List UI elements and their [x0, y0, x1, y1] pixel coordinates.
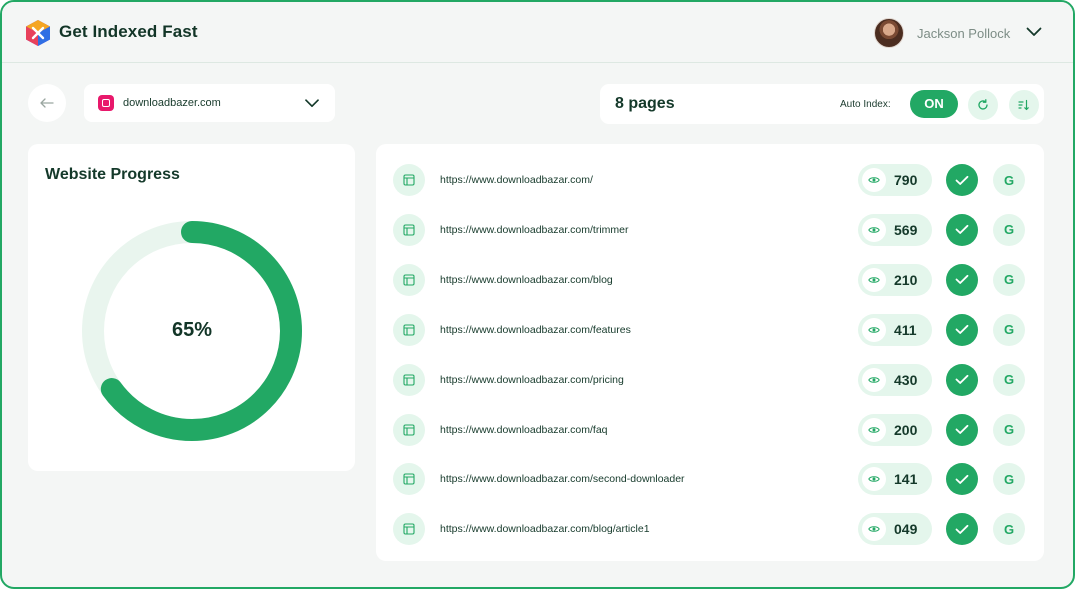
views-badge: 430: [858, 363, 932, 396]
app-logo-icon: [26, 20, 50, 46]
views-count: 049: [894, 521, 918, 538]
site-name: downloadbazer.com: [123, 97, 221, 109]
indexed-check-button[interactable]: [946, 263, 978, 296]
page-layout-icon: [393, 164, 425, 196]
page-url[interactable]: https://www.downloadbazar.com/trimmer: [440, 224, 629, 236]
check-icon: [955, 374, 969, 384]
views-count: 569: [894, 221, 918, 238]
eye-icon: [862, 317, 886, 342]
eye-icon: [862, 267, 886, 292]
views-badge: 569: [858, 213, 932, 246]
chevron-down-icon: [305, 99, 319, 108]
check-icon: [955, 424, 969, 434]
page-layout-icon: [393, 513, 425, 546]
page-row: https://www.downloadbazar.com/blog/artic…: [376, 503, 1044, 553]
back-button[interactable]: [28, 84, 66, 122]
views-badge: 200: [858, 413, 932, 446]
pages-count: 8 pages: [615, 95, 675, 112]
indexed-check-button[interactable]: [946, 463, 978, 496]
google-index-button[interactable]: G: [993, 413, 1025, 446]
indexed-check-button[interactable]: [946, 363, 978, 396]
google-index-button[interactable]: G: [993, 213, 1025, 246]
google-index-button[interactable]: G: [993, 513, 1025, 546]
eye-icon: [862, 467, 886, 492]
views-badge: 141: [858, 463, 932, 496]
page-row: https://www.downloadbazar.com/pricing 43…: [376, 354, 1044, 404]
website-progress-card: Website Progress 65%: [28, 144, 355, 471]
page-url[interactable]: https://www.downloadbazar.com/faq: [440, 424, 608, 436]
views-count: 790: [894, 172, 918, 188]
page-url[interactable]: https://www.downloadbazar.com/pricing: [440, 374, 624, 386]
progress-percent: 65%: [171, 319, 213, 341]
page-layout-icon: [393, 413, 425, 446]
views-badge: 411: [858, 313, 932, 346]
check-icon: [955, 275, 969, 285]
refresh-icon: [978, 99, 988, 110]
user-avatar[interactable]: [874, 18, 904, 48]
sort-icon: [1018, 99, 1029, 111]
refresh-button[interactable]: [968, 90, 998, 120]
page-url[interactable]: https://www.downloadbazar.com/features: [440, 324, 631, 336]
indexed-check-button[interactable]: [946, 513, 978, 546]
progress-title: Website Progress: [45, 166, 180, 183]
check-icon: [955, 524, 969, 534]
page-row: https://www.downloadbazar.com/features 4…: [376, 304, 1044, 354]
pages-toolbar: 8 pages Auto Index: ON: [600, 84, 1044, 124]
eye-icon: [862, 417, 886, 442]
page-row: https://www.downloadbazar.com/faq 200 G: [376, 404, 1044, 454]
indexed-check-button[interactable]: [946, 413, 978, 446]
check-icon: [955, 225, 969, 235]
header: Get Indexed Fast Jackson Pollock: [2, 2, 1073, 63]
google-index-button[interactable]: G: [993, 263, 1025, 296]
views-count: 430: [894, 371, 918, 388]
page-row: https://www.downloadbazar.com/trimmer 56…: [376, 204, 1044, 254]
eye-icon: [862, 168, 886, 192]
eye-icon: [862, 367, 886, 392]
auto-index-label: Auto Index:: [840, 99, 891, 110]
page-layout-icon: [393, 213, 425, 246]
google-index-button[interactable]: G: [993, 313, 1025, 346]
auto-index-toggle[interactable]: ON: [910, 90, 958, 118]
google-index-button[interactable]: G: [993, 463, 1025, 496]
page-row: https://www.downloadbazar.com/second-dow…: [376, 453, 1044, 503]
page-row: https://www.downloadbazar.com/ 790 G: [376, 154, 1044, 204]
check-icon: [955, 325, 969, 335]
user-name[interactable]: Jackson Pollock: [917, 26, 1010, 41]
app-title: Get Indexed Fast: [59, 22, 198, 41]
indexed-pages-list: https://www.downloadbazar.com/ 790 G htt…: [376, 144, 1044, 561]
page-url[interactable]: https://www.downloadbazar.com/second-dow…: [440, 473, 685, 485]
check-icon: [955, 474, 969, 484]
google-index-button[interactable]: G: [993, 164, 1025, 196]
chevron-down-icon[interactable]: [1026, 27, 1042, 37]
indexed-check-button[interactable]: [946, 213, 978, 246]
page-layout-icon: [393, 263, 425, 296]
views-badge: 049: [858, 513, 932, 546]
google-index-button[interactable]: G: [993, 363, 1025, 396]
page-url[interactable]: https://www.downloadbazar.com/blog/artic…: [440, 523, 650, 535]
page-row: https://www.downloadbazar.com/blog 210 G: [376, 254, 1044, 304]
site-favicon-icon: [98, 95, 114, 111]
check-icon: [955, 175, 969, 185]
indexed-check-button[interactable]: [946, 313, 978, 346]
views-count: 200: [894, 421, 918, 438]
page-layout-icon: [393, 463, 425, 496]
indexed-check-button[interactable]: [946, 164, 978, 196]
sort-button[interactable]: [1009, 90, 1039, 120]
page-url[interactable]: https://www.downloadbazar.com/blog: [440, 274, 613, 286]
eye-icon: [862, 217, 886, 242]
page-layout-icon: [393, 313, 425, 346]
views-badge: 790: [858, 164, 932, 196]
views-count: 141: [894, 471, 918, 488]
page-url[interactable]: https://www.downloadbazar.com/: [440, 174, 593, 186]
page-layout-icon: [393, 363, 425, 396]
app-frame: Get Indexed Fast Jackson Pollock downloa…: [0, 0, 1075, 589]
views-badge: 210: [858, 263, 932, 296]
views-count: 210: [894, 271, 918, 288]
site-selector[interactable]: downloadbazer.com: [84, 84, 335, 122]
views-count: 411: [894, 321, 917, 338]
arrow-left-icon: [40, 98, 54, 108]
eye-icon: [862, 517, 886, 542]
